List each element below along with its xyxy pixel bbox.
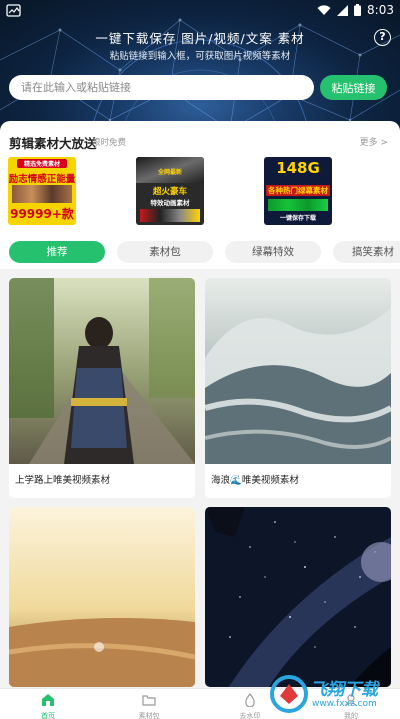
thumb-sub-text: 特效动画素材 <box>150 199 190 207</box>
hero-subtitle: 粘贴链接到输入框，可获取图片视频等素材 <box>109 51 291 62</box>
material-thumb-cars[interactable]: 全网最新 超火豪车 特效动画素材 <box>136 157 204 225</box>
thumb-count-text: 99999+款 <box>10 207 74 221</box>
tab-recommend[interactable]: 推荐 <box>9 241 105 263</box>
feed-image-waves <box>205 278 391 464</box>
thumb-sub-text: 一键保存下载 <box>279 215 316 222</box>
thumb-main-text: 超火豪车 <box>152 187 187 197</box>
feed-image-desert <box>9 507 195 687</box>
nav-home[interactable]: 首页 <box>8 689 88 719</box>
tab-greenscreen[interactable]: 绿幕特效 <box>225 241 321 263</box>
thumb-top-text: 全网最新 <box>157 169 182 176</box>
link-input[interactable] <box>9 75 314 100</box>
feed-card[interactable]: 上学路上唯美视频素材 <box>9 278 195 498</box>
feed-card[interactable] <box>9 507 195 687</box>
category-tabs: 推荐 素材包 绿幕特效 搞笑素材 <box>0 241 400 263</box>
wifi-icon <box>317 4 331 15</box>
thumb-car-strip <box>140 209 200 222</box>
feed-card[interactable] <box>205 507 391 687</box>
hero-title: 一键下载保存 图片/视频/文案 素材 <box>95 31 305 46</box>
tab-material-packs[interactable]: 素材包 <box>117 241 213 263</box>
watermark-text: 飞翔下载 <box>310 680 378 700</box>
feed-image-starry-sky <box>205 507 391 687</box>
watermark-url: www.fxxz.com <box>312 699 377 709</box>
tab-funny[interactable]: 搞笑素材 <box>333 241 400 263</box>
feed-image-road <box>9 278 195 464</box>
home-icon <box>42 694 54 706</box>
nav-material-packs[interactable]: 素材包 <box>109 689 189 719</box>
feed-card[interactable]: 海浪🌊唯美视频素材 <box>205 278 391 498</box>
paste-link-button[interactable]: 粘贴链接 <box>320 75 387 100</box>
thumb-photo-strip <box>12 185 72 203</box>
feed-caption: 上学路上唯美视频素材 <box>15 475 111 486</box>
notification-icon <box>6 4 21 17</box>
thumb-top-text: 精选免费素材 <box>17 159 67 168</box>
battery-icon <box>354 4 362 16</box>
status-bar: 8:03 <box>0 0 400 22</box>
more-link[interactable]: 更多 > <box>360 135 388 148</box>
signal-icon <box>337 4 349 16</box>
section-title: 剪辑素材大放送 <box>9 136 97 151</box>
drop-icon <box>245 693 255 707</box>
help-button[interactable]: ? <box>374 29 391 46</box>
watermark-logo-icon <box>270 675 308 713</box>
feed-caption: 海浪🌊唯美视频素材 <box>211 475 299 486</box>
status-time: 8:03 <box>367 3 394 17</box>
material-thumb-motivation[interactable]: 精选免费素材 励志情感正能量 99999+款 <box>8 157 76 225</box>
thumb-top-text: 148G <box>276 159 320 177</box>
thumb-main-text: 各种热门绿幕素材 <box>266 185 330 196</box>
site-watermark: 飞翔下载 www.fxxz.com <box>270 672 395 716</box>
free-badge: 限时免费 <box>92 138 127 148</box>
thumb-greenscreen-strip <box>268 199 328 211</box>
nav-label: 首页 <box>41 712 55 719</box>
material-thumb-greenscreen[interactable]: 148G 各种热门绿幕素材 一键保存下载 <box>264 157 332 225</box>
nav-label: 素材包 <box>138 712 160 719</box>
folder-icon <box>142 695 156 706</box>
thumb-main-text: 励志情感正能量 <box>8 174 76 185</box>
